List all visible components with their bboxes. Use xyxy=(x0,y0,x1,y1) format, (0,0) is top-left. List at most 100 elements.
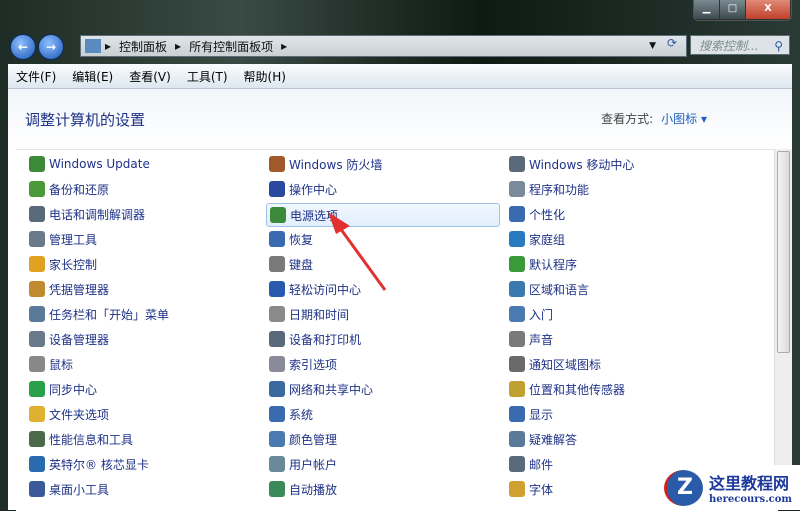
item-label: 轻松访问中心 xyxy=(289,282,362,297)
menu-edit[interactable]: 编辑(E) xyxy=(72,68,113,85)
item-icon xyxy=(269,381,285,397)
control-panel-item[interactable]: Windows Update xyxy=(26,153,258,175)
item-label: 文件夹选项 xyxy=(49,407,110,422)
item-label: 入门 xyxy=(529,307,554,322)
item-label: 性能信息和工具 xyxy=(49,432,134,447)
control-panel-item[interactable]: 用户帐户 xyxy=(266,453,498,475)
item-icon xyxy=(509,431,525,447)
control-panel-item[interactable]: 备份和还原 xyxy=(26,178,258,200)
control-panel-item[interactable]: 轻松访问中心 xyxy=(266,278,498,300)
close-button[interactable]: X xyxy=(746,0,791,19)
item-label: Windows 防火墙 xyxy=(289,157,383,172)
item-icon xyxy=(269,256,285,272)
page-title: 调整计算机的设置 xyxy=(25,111,146,129)
control-panel-item[interactable]: 网络和共享中心 xyxy=(266,378,498,400)
item-label: 声音 xyxy=(529,332,554,347)
control-panel-item[interactable]: 文件夹选项 xyxy=(26,403,258,425)
address-bar[interactable]: ▸ 控制面板 ▸ 所有控制面板项 ▸ ▼ xyxy=(80,35,687,57)
control-panel-item[interactable]: 区域和语言 xyxy=(506,278,738,300)
control-panel-item[interactable]: 电源选项 xyxy=(266,203,500,227)
item-label: 桌面小工具 xyxy=(49,482,110,497)
control-panel-item[interactable]: Windows 移动中心 xyxy=(506,153,738,175)
control-panel-item[interactable]: 索引选项 xyxy=(266,353,498,375)
watermark-url: herecours.com xyxy=(709,494,793,505)
minimize-button[interactable]: ▁ xyxy=(694,0,720,19)
search-input[interactable]: 搜索控制... ⚲ xyxy=(690,35,790,55)
control-panel-items: Windows Update 备份和还原电话和调制解调器 管理工具家长控制凭据管理器… xyxy=(16,149,778,511)
control-panel-item[interactable]: 显示 xyxy=(506,403,738,425)
item-icon xyxy=(29,181,45,197)
item-label: 程序和功能 xyxy=(529,182,590,197)
item-label: 家长控制 xyxy=(49,257,98,272)
item-label: 索引选项 xyxy=(289,357,338,372)
breadcrumb-0[interactable]: 控制面板 xyxy=(119,38,167,55)
forward-button[interactable]: → xyxy=(38,34,64,60)
maximize-button[interactable]: □ xyxy=(720,0,746,19)
control-panel-item[interactable]: 设备管理器 xyxy=(26,328,258,350)
menu-file[interactable]: 文件(F) xyxy=(16,68,56,85)
control-panel-item[interactable]: 桌面小工具 xyxy=(26,478,258,500)
control-panel-item[interactable]: 操作中心 xyxy=(266,178,498,200)
chevron-right-icon: ▸ xyxy=(281,39,288,53)
item-label: 鼠标 xyxy=(49,357,74,372)
menu-help[interactable]: 帮助(H) xyxy=(244,68,286,85)
control-panel-item[interactable]: 自动播放 xyxy=(266,478,498,500)
back-button[interactable]: ← xyxy=(10,34,36,60)
control-panel-item[interactable]: 声音 xyxy=(506,328,738,350)
item-icon xyxy=(29,481,45,497)
control-panel-item[interactable]: 默认程序 xyxy=(506,253,738,275)
control-panel-item[interactable]: 系统 xyxy=(266,403,498,425)
control-panel-item[interactable]: 键盘 xyxy=(266,253,498,275)
control-panel-item[interactable]: 英特尔® 核芯显卡 xyxy=(26,453,258,475)
item-label: 显示 xyxy=(529,407,554,422)
item-icon xyxy=(29,456,45,472)
scrollbar[interactable] xyxy=(774,149,792,510)
control-panel-item[interactable]: 家庭组 xyxy=(506,228,738,250)
item-icon xyxy=(269,156,285,172)
item-icon xyxy=(509,156,525,172)
control-panel-item[interactable]: 鼠标 xyxy=(26,353,258,375)
item-icon xyxy=(29,356,45,372)
control-panel-item[interactable]: 颜色管理 xyxy=(266,428,498,450)
control-panel-item[interactable]: 通知区域图标 xyxy=(506,353,738,375)
item-label: 恢复 xyxy=(289,232,314,247)
item-label: 邮件 xyxy=(529,457,554,472)
menu-tools[interactable]: 工具(T) xyxy=(187,68,228,85)
control-panel-item[interactable]: 日期和时间 xyxy=(266,303,498,325)
item-icon xyxy=(509,231,525,247)
item-icon xyxy=(509,281,525,297)
item-label: 用户帐户 xyxy=(289,457,338,472)
menu-view[interactable]: 查看(V) xyxy=(129,68,171,85)
control-panel-item[interactable]: 任务栏和「开始」菜单 xyxy=(26,303,258,325)
scrollbar-thumb[interactable] xyxy=(777,151,790,353)
control-panel-item[interactable]: 设备和打印机 xyxy=(266,328,498,350)
control-panel-item[interactable]: 同步中心 xyxy=(26,378,258,400)
control-panel-item[interactable]: 入门 xyxy=(506,303,738,325)
control-panel-item[interactable]: 性能信息和工具 xyxy=(26,428,258,450)
item-label: 系统 xyxy=(289,407,314,422)
menu-bar: 文件(F) 编辑(E) 查看(V) 工具(T) 帮助(H) xyxy=(8,64,792,89)
control-panel-item[interactable]: 凭据管理器 xyxy=(26,278,258,300)
control-panel-item[interactable]: 恢复 xyxy=(266,228,498,250)
item-icon xyxy=(509,256,525,272)
control-panel-item[interactable]: 家长控制 xyxy=(26,253,258,275)
control-panel-item[interactable]: 个性化 xyxy=(506,203,738,225)
item-icon xyxy=(269,356,285,372)
control-panel-item[interactable]: Windows 防火墙 xyxy=(266,153,498,175)
control-panel-item[interactable]: 疑难解答 xyxy=(506,428,738,450)
item-icon xyxy=(509,406,525,422)
chevron-right-icon: ▸ xyxy=(175,39,182,53)
item-icon xyxy=(509,306,525,322)
breadcrumb-1[interactable]: 所有控制面板项 xyxy=(189,38,273,55)
view-by-dropdown[interactable]: 小图标 ▾ xyxy=(661,112,707,126)
control-panel-item[interactable]: 管理工具 xyxy=(26,228,258,250)
control-panel-item[interactable]: 程序和功能 xyxy=(506,178,738,200)
control-panel-item[interactable]: 位置和其他传感器 xyxy=(506,378,738,400)
item-label: 日期和时间 xyxy=(289,307,350,322)
control-panel-item[interactable]: 电话和调制解调器 xyxy=(26,203,258,225)
dropdown-icon[interactable]: ▼ xyxy=(649,41,656,51)
window-controls: ▁ □ X xyxy=(693,0,792,21)
item-icon xyxy=(29,206,45,222)
refresh-button[interactable]: ⟳ xyxy=(660,36,684,55)
item-icon xyxy=(269,181,285,197)
